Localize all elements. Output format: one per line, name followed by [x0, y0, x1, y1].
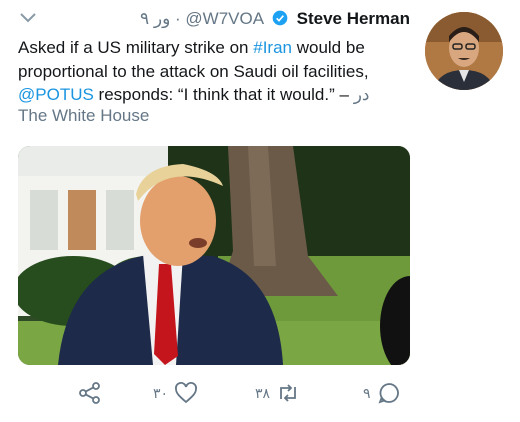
location-text: The White House: [18, 106, 150, 125]
avatar[interactable]: [425, 12, 503, 90]
share-icon: [79, 382, 100, 404]
share-button[interactable]: [78, 378, 102, 408]
hashtag-link[interactable]: #Iran: [253, 38, 292, 57]
verified-icon: [272, 10, 288, 26]
tweet-text-part1: Asked if a US military strike on: [18, 38, 254, 57]
tweet-header: ۹ ور · @W7VOA Steve Herman: [140, 9, 410, 28]
tweet-media-image[interactable]: [18, 146, 410, 365]
reply-button[interactable]: ۹: [363, 378, 401, 408]
tweet-action-bar: ۳۰ ۳۸ ۹: [0, 378, 520, 414]
retweet-button[interactable]: ۳۸: [255, 378, 300, 408]
tweet-text-part3: responds: “I think that it would.” –: [93, 85, 354, 104]
retweet-count: ۳۸: [255, 384, 271, 401]
reply-count: ۹: [363, 384, 371, 401]
chevron-down-icon[interactable]: [18, 10, 38, 26]
tweet-text: Asked if a US military strike on #Iran w…: [18, 36, 418, 107]
retweet-icon: [280, 384, 296, 402]
author-handle[interactable]: @W7VOA: [185, 9, 263, 28]
author-name[interactable]: Steve Herman: [297, 9, 410, 28]
tweet-time[interactable]: ۹ ور: [140, 9, 170, 28]
reply-icon: [378, 383, 399, 404]
like-count: ۳۰: [153, 384, 169, 401]
mention-link[interactable]: @POTUS: [18, 85, 94, 104]
like-button[interactable]: ۳۰: [153, 378, 198, 408]
tweet-text-time: در: [353, 85, 370, 104]
heart-icon: [175, 382, 197, 404]
